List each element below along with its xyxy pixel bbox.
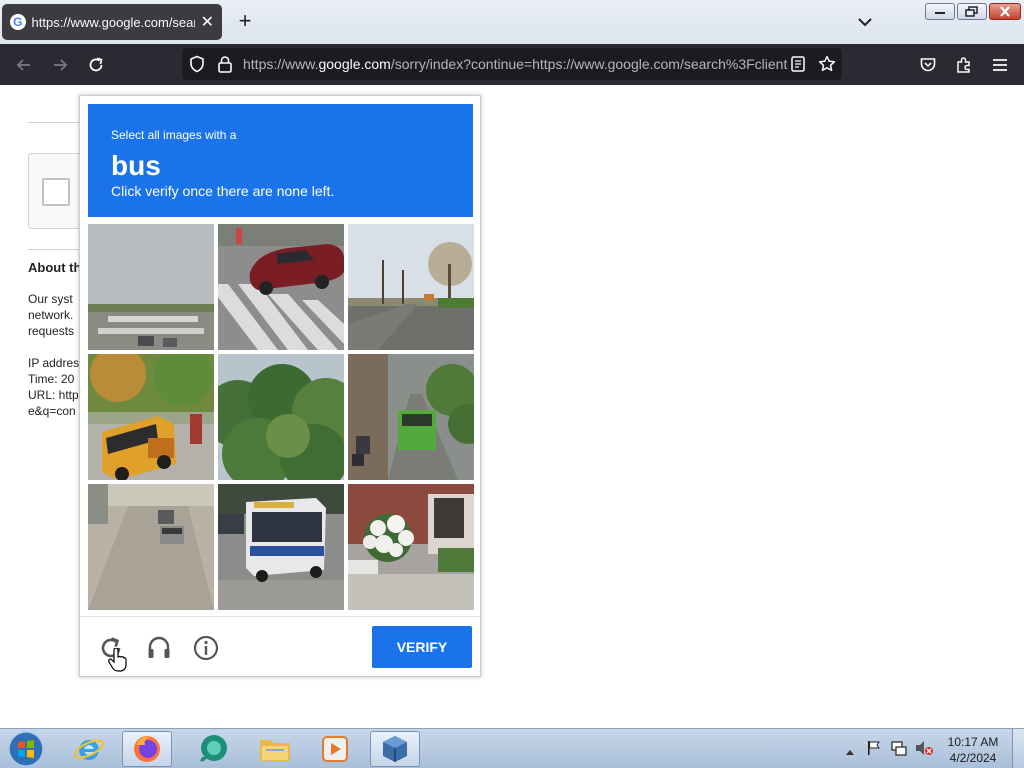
tile-image — [218, 484, 344, 610]
image-tile[interactable] — [348, 354, 474, 480]
ip-line: IP addres — [28, 356, 80, 370]
image-tile[interactable] — [218, 354, 344, 480]
image-tile[interactable] — [88, 484, 214, 610]
chat-app-icon[interactable] — [188, 731, 238, 767]
clock-date[interactable]: 4/2/2024 — [940, 751, 1006, 765]
challenge-subtext: Click verify once there are none left. — [111, 183, 335, 199]
show-hidden-icons-icon[interactable] — [845, 743, 855, 761]
volume-muted-icon[interactable] — [914, 739, 934, 762]
image-tile[interactable] — [218, 484, 344, 610]
media-player-icon[interactable] — [310, 731, 360, 767]
taskbar: 10:17 AM 4/2/2024 — [0, 728, 1024, 768]
tile-image — [88, 354, 214, 480]
shield-icon[interactable] — [188, 55, 206, 78]
tile-image — [348, 484, 474, 610]
hand-cursor-icon — [108, 647, 128, 672]
recaptcha-challenge: Select all images with a bus Click verif… — [79, 95, 481, 677]
internet-explorer-icon[interactable] — [64, 731, 114, 767]
tile-image — [348, 224, 474, 350]
browser-tab[interactable]: G https://www.google.com/search ✕ — [2, 4, 222, 40]
verify-button[interactable]: VERIFY — [372, 626, 472, 668]
minimize-button[interactable] — [925, 3, 955, 20]
navigation-toolbar: https://www.google.com/sorry/index?conti… — [0, 44, 1024, 85]
tile-image — [88, 224, 214, 350]
pocket-icon[interactable] — [915, 52, 941, 78]
tab-close-icon[interactable]: ✕ — [201, 12, 214, 32]
close-window-button[interactable] — [989, 3, 1021, 20]
tile-image — [218, 224, 344, 350]
image-tile[interactable] — [88, 224, 214, 350]
file-explorer-icon[interactable] — [250, 731, 300, 767]
forward-icon[interactable] — [47, 52, 73, 78]
firefox-taskbar-icon[interactable] — [122, 731, 172, 767]
tile-image — [218, 354, 344, 480]
image-grid — [88, 224, 474, 610]
body-line: requests — [28, 324, 75, 338]
body-line: network. — [28, 308, 74, 322]
menu-icon[interactable] — [987, 52, 1013, 78]
lock-icon[interactable] — [217, 55, 233, 78]
footer-divider — [80, 616, 480, 617]
url-line: URL: http — [28, 388, 79, 402]
address-bar[interactable]: https://www.google.com/sorry/index?conti… — [182, 48, 842, 80]
url-text[interactable]: https://www.google.com/sorry/index?conti… — [243, 56, 788, 72]
challenge-header: Select all images with a bus Click verif… — [88, 104, 473, 217]
image-tile[interactable] — [348, 224, 474, 350]
bookmark-star-icon[interactable] — [818, 55, 836, 78]
image-tile[interactable] — [218, 224, 344, 350]
start-button[interactable] — [6, 730, 46, 768]
action-center-flag-icon[interactable] — [866, 739, 882, 762]
network-icon[interactable] — [890, 739, 908, 762]
tab-title: https://www.google.com/search — [31, 14, 195, 30]
url-line: e&q=con — [28, 404, 76, 418]
extensions-icon[interactable] — [951, 52, 977, 78]
list-all-tabs-icon[interactable] — [855, 12, 875, 32]
back-icon[interactable] — [11, 52, 37, 78]
tile-image — [88, 484, 214, 610]
new-tab-button[interactable]: + — [234, 10, 256, 32]
restore-button[interactable] — [957, 3, 987, 20]
tile-image — [348, 354, 474, 480]
reload-icon[interactable] — [83, 52, 109, 78]
virtualbox-icon[interactable] — [370, 731, 420, 767]
clock-time[interactable]: 10:17 AM — [940, 735, 1006, 749]
image-tile[interactable] — [88, 354, 214, 480]
about-heading: About th — [28, 260, 80, 275]
google-favicon-icon: G — [10, 14, 26, 30]
recaptcha-checkbox[interactable] — [42, 178, 70, 206]
info-icon[interactable] — [192, 634, 220, 662]
challenge-target: bus — [111, 150, 161, 181]
tab-strip: G https://www.google.com/search ✕ + — [0, 0, 1024, 44]
time-line: Time: 20 — [28, 372, 75, 386]
image-tile[interactable] — [348, 484, 474, 610]
body-line: Our syst — [28, 292, 73, 306]
challenge-instruction: Select all images with a — [111, 128, 237, 142]
audio-challenge-icon[interactable] — [145, 634, 173, 662]
show-desktop-button[interactable] — [1012, 729, 1024, 768]
reader-view-icon[interactable] — [790, 56, 806, 77]
